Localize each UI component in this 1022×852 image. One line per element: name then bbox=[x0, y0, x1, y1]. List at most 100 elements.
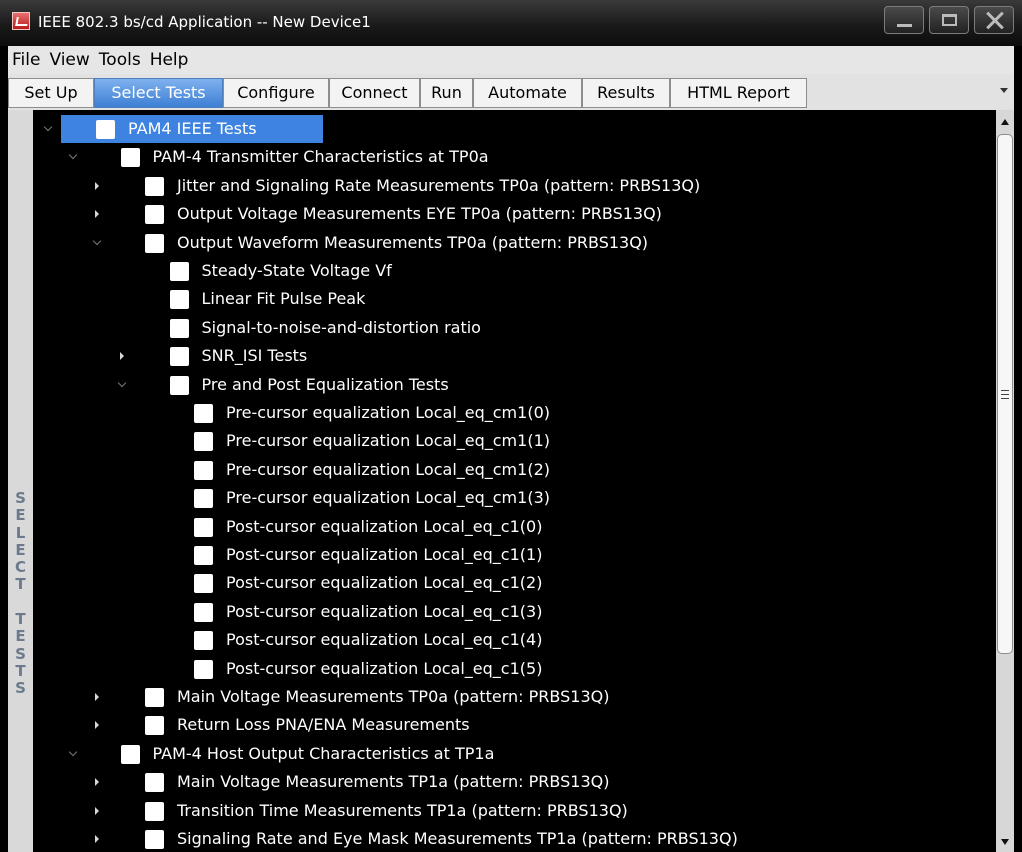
test-checkbox[interactable] bbox=[194, 631, 213, 651]
tree-item[interactable]: PAM4 IEEE Tests bbox=[33, 115, 996, 143]
expand-arrow-icon[interactable] bbox=[95, 210, 99, 219]
tree-item[interactable]: Post-cursor equalization Local_eq_c1(3) bbox=[33, 598, 996, 626]
tree-item[interactable]: Post-cursor equalization Local_eq_c1(1) bbox=[33, 541, 996, 569]
grip-icon bbox=[1001, 390, 1009, 399]
menu-help[interactable]: Help bbox=[146, 50, 192, 70]
tab-html-report[interactable]: HTML Report bbox=[670, 78, 807, 108]
collapse-arrow-icon[interactable] bbox=[68, 747, 77, 757]
test-checkbox[interactable] bbox=[169, 318, 189, 338]
chevron-down-icon[interactable] bbox=[1000, 88, 1008, 93]
side-label-letter: S bbox=[15, 644, 26, 663]
test-checkbox[interactable] bbox=[145, 773, 164, 793]
menu-view[interactable]: View bbox=[45, 50, 92, 70]
tree-item[interactable]: Post-cursor equalization Local_eq_c1(0) bbox=[33, 513, 996, 541]
expand-arrow-icon[interactable] bbox=[95, 835, 99, 843]
tree-item[interactable]: Pre-cursor equalization Local_eq_cm1(0) bbox=[33, 399, 996, 427]
tab-automate[interactable]: Automate bbox=[473, 78, 582, 108]
tree-item[interactable]: Return Loss PNA/ENA Measurements bbox=[33, 711, 996, 739]
expand-arrow-icon[interactable] bbox=[95, 693, 99, 701]
test-checkbox[interactable] bbox=[145, 801, 164, 821]
tree-item[interactable]: Signaling Rate and Eye Mask Measurements… bbox=[33, 825, 996, 852]
test-checkbox[interactable] bbox=[194, 517, 213, 537]
test-checkbox[interactable] bbox=[194, 602, 213, 622]
test-checkbox[interactable] bbox=[194, 460, 213, 480]
collapse-arrow-icon[interactable] bbox=[117, 378, 126, 387]
menu-file[interactable]: File bbox=[8, 50, 43, 70]
test-checkbox[interactable] bbox=[145, 205, 164, 225]
tab-configure[interactable]: Configure bbox=[223, 78, 329, 108]
test-checkbox[interactable] bbox=[194, 574, 213, 594]
tree-item[interactable]: Post-cursor equalization Local_eq_c1(5) bbox=[33, 655, 996, 683]
expand-arrow-icon[interactable] bbox=[95, 806, 99, 815]
tree-item[interactable]: Signal-to-noise-and-distortion ratio bbox=[33, 314, 996, 342]
collapse-arrow-icon[interactable] bbox=[92, 236, 102, 245]
collapse-arrow-icon[interactable] bbox=[68, 151, 77, 160]
tab-set-up[interactable]: Set Up bbox=[8, 78, 94, 108]
test-checkbox[interactable] bbox=[145, 176, 164, 196]
tree-item[interactable]: Main Voltage Measurements TP0a (pattern:… bbox=[33, 683, 996, 711]
test-checkbox[interactable] bbox=[145, 233, 164, 253]
expand-arrow-icon[interactable] bbox=[119, 352, 124, 361]
test-checkbox[interactable] bbox=[169, 262, 189, 281]
test-checkbox[interactable] bbox=[194, 489, 213, 509]
tree-item-label: Post-cursor equalization Local_eq_c1(3) bbox=[226, 601, 543, 621]
tab-results[interactable]: Results bbox=[582, 78, 670, 108]
expand-arrow-icon[interactable] bbox=[95, 721, 99, 730]
test-checkbox[interactable] bbox=[96, 120, 115, 139]
test-checkbox[interactable] bbox=[120, 148, 140, 168]
tree-item[interactable]: Output Waveform Measurements TP0a (patte… bbox=[33, 229, 996, 257]
tree-item[interactable]: Transition Time Measurements TP1a (patte… bbox=[33, 797, 996, 825]
tree-item[interactable]: Steady-State Voltage Vf bbox=[33, 257, 996, 285]
tree-item[interactable]: Linear Fit Pulse Peak bbox=[33, 285, 996, 313]
maximize-button[interactable] bbox=[929, 6, 969, 34]
test-checkbox[interactable] bbox=[145, 716, 164, 736]
tab-run[interactable]: Run bbox=[420, 78, 473, 108]
vertical-scrollbar[interactable] bbox=[996, 110, 1014, 852]
tree-item[interactable]: PAM-4 Transmitter Characteristics at TP0… bbox=[33, 143, 996, 171]
test-checkbox[interactable] bbox=[194, 404, 213, 423]
tree-item-label: Steady-State Voltage Vf bbox=[201, 261, 392, 280]
title-bar[interactable]: IEEE 802.3 bs/cd Application -- New Devi… bbox=[0, 0, 1022, 46]
tree-item[interactable]: Pre and Post Equalization Tests bbox=[33, 371, 996, 399]
tree-item-label: Pre-cursor equalization Local_eq_cm1(1) bbox=[226, 431, 550, 451]
tree-item-label: Pre-cursor equalization Local_eq_cm1(3) bbox=[226, 488, 550, 508]
test-checkbox[interactable] bbox=[120, 744, 140, 764]
scroll-down-arrow-icon[interactable] bbox=[1001, 839, 1009, 845]
test-checkbox[interactable] bbox=[169, 375, 189, 395]
scroll-up-arrow-icon[interactable] bbox=[1001, 119, 1009, 125]
collapse-arrow-icon[interactable] bbox=[43, 122, 53, 132]
test-checkbox[interactable] bbox=[145, 688, 164, 707]
test-checkbox[interactable] bbox=[194, 659, 213, 679]
expand-arrow-icon[interactable] bbox=[95, 778, 99, 787]
tree-item[interactable]: Pre-cursor equalization Local_eq_cm1(2) bbox=[33, 456, 996, 484]
tab-select-tests[interactable]: Select Tests bbox=[94, 78, 223, 108]
side-label: SELECT TESTS bbox=[8, 489, 33, 698]
tree-item-label: Post-cursor equalization Local_eq_c1(4) bbox=[226, 630, 543, 650]
minimize-button[interactable] bbox=[884, 6, 924, 34]
tree-item[interactable]: Post-cursor equalization Local_eq_c1(2) bbox=[33, 569, 996, 597]
tree-item[interactable]: SNR_ISI Tests bbox=[33, 342, 996, 370]
tree-item[interactable]: Post-cursor equalization Local_eq_c1(4) bbox=[33, 626, 996, 654]
side-label-letter: T bbox=[15, 661, 26, 680]
tree-item[interactable]: Main Voltage Measurements TP1a (pattern:… bbox=[33, 768, 996, 796]
test-checkbox[interactable] bbox=[145, 830, 164, 849]
tree-item[interactable]: Pre-cursor equalization Local_eq_cm1(3) bbox=[33, 484, 996, 512]
test-checkbox[interactable] bbox=[169, 347, 189, 367]
tree-item-label: Linear Fit Pulse Peak bbox=[201, 289, 366, 309]
app-icon bbox=[12, 12, 30, 30]
test-checkbox[interactable] bbox=[169, 290, 189, 310]
test-checkbox[interactable] bbox=[194, 546, 213, 565]
close-button[interactable] bbox=[974, 6, 1014, 34]
tree-item-label: Signaling Rate and Eye Mask Measurements… bbox=[177, 829, 738, 848]
tree-item[interactable]: PAM-4 Host Output Characteristics at TP1… bbox=[33, 740, 996, 768]
tree-item[interactable]: Jitter and Signaling Rate Measurements T… bbox=[33, 172, 996, 200]
menu-tools[interactable]: Tools bbox=[95, 50, 144, 70]
expand-arrow-icon[interactable] bbox=[95, 181, 99, 190]
scroll-thumb[interactable] bbox=[997, 134, 1013, 654]
tab-connect[interactable]: Connect bbox=[329, 78, 420, 108]
tree-item[interactable]: Pre-cursor equalization Local_eq_cm1(1) bbox=[33, 427, 996, 455]
side-label-letter: L bbox=[15, 523, 26, 542]
tree-item[interactable]: Output Voltage Measurements EYE TP0a (pa… bbox=[33, 200, 996, 228]
tree-item-label: Post-cursor equalization Local_eq_c1(2) bbox=[226, 573, 543, 593]
test-checkbox[interactable] bbox=[194, 432, 213, 452]
